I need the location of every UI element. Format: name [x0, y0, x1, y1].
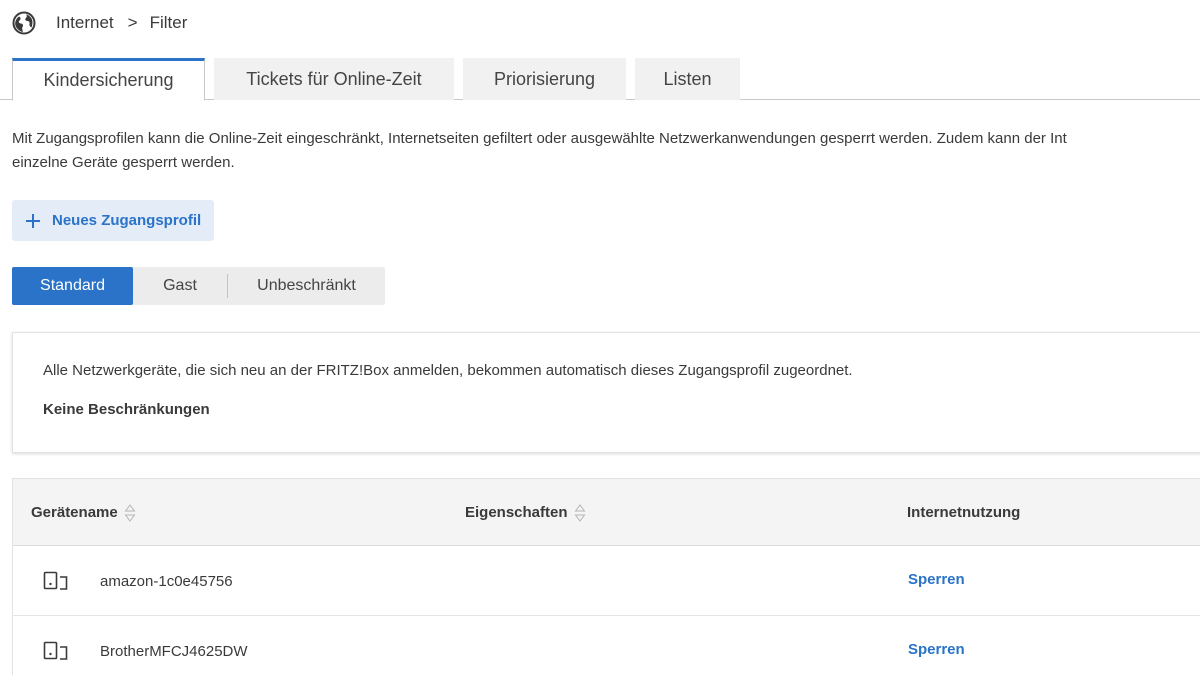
table-header: Gerätename Eigenschaften Internetnutzung	[13, 479, 1200, 546]
profile-gast[interactable]: Gast	[133, 267, 227, 305]
column-internetnutzung: Internetnutzung	[907, 479, 1020, 546]
profile-restriction: Keine Beschränkungen	[43, 401, 210, 418]
breadcrumb-item-internet[interactable]: Internet	[56, 13, 114, 33]
sort-icon	[574, 503, 586, 522]
breadcrumb-item-filter: Filter	[149, 13, 188, 32]
tab-bar: Kindersicherung Tickets für Online-Zeit …	[12, 58, 749, 101]
profile-info-text: Alle Netzwerkgeräte, die sich neu an der…	[43, 362, 853, 379]
column-eigenschaften[interactable]: Eigenschaften	[465, 479, 586, 546]
tab-listen[interactable]: Listen	[635, 58, 740, 100]
table-row: BrotherMFCJ4625DW Sperren	[13, 616, 1200, 675]
profile-standard[interactable]: Standard	[12, 267, 133, 305]
device-table: Gerätename Eigenschaften Internetnutzung…	[12, 478, 1200, 675]
column-label: Eigenschaften	[465, 504, 568, 521]
breadcrumb-separator: >	[127, 13, 138, 32]
device-name: BrotherMFCJ4625DW	[100, 642, 248, 660]
block-device-link[interactable]: Sperren	[908, 616, 965, 675]
globe-icon	[12, 11, 36, 35]
profile-info-card: Alle Netzwerkgeräte, die sich neu an der…	[12, 332, 1200, 453]
sort-icon	[124, 503, 136, 522]
column-label: Internetnutzung	[907, 504, 1021, 521]
device-icon	[43, 641, 68, 660]
column-label: Gerätename	[31, 504, 118, 521]
device-name: amazon-1c0e45756	[100, 572, 233, 590]
page-description: Mit Zugangsprofilen kann die Online-Zeit…	[12, 127, 1200, 175]
device-icon	[43, 571, 68, 590]
profile-selector: Standard Gast Unbeschränkt	[12, 267, 385, 305]
table-row: amazon-1c0e45756 Sperren	[13, 546, 1200, 616]
description-line-1: Mit Zugangsprofilen kann die Online-Zeit…	[12, 130, 1067, 147]
description-line-2: einzelne Geräte gesperrt werden.	[12, 154, 235, 171]
profile-unbeschraenkt[interactable]: Unbeschränkt	[228, 267, 385, 305]
tab-kindersicherung[interactable]: Kindersicherung	[12, 58, 205, 101]
column-geraetename[interactable]: Gerätename	[31, 479, 136, 546]
tab-tickets[interactable]: Tickets für Online-Zeit	[214, 58, 454, 100]
breadcrumb: Internet > Filter	[12, 10, 187, 36]
block-device-link[interactable]: Sperren	[908, 546, 965, 612]
new-profile-label: Neues Zugangsprofil	[52, 212, 202, 229]
tab-priorisierung[interactable]: Priorisierung	[463, 58, 626, 100]
new-profile-button[interactable]: Neues Zugangsprofil	[12, 200, 214, 241]
plus-icon	[26, 213, 40, 228]
